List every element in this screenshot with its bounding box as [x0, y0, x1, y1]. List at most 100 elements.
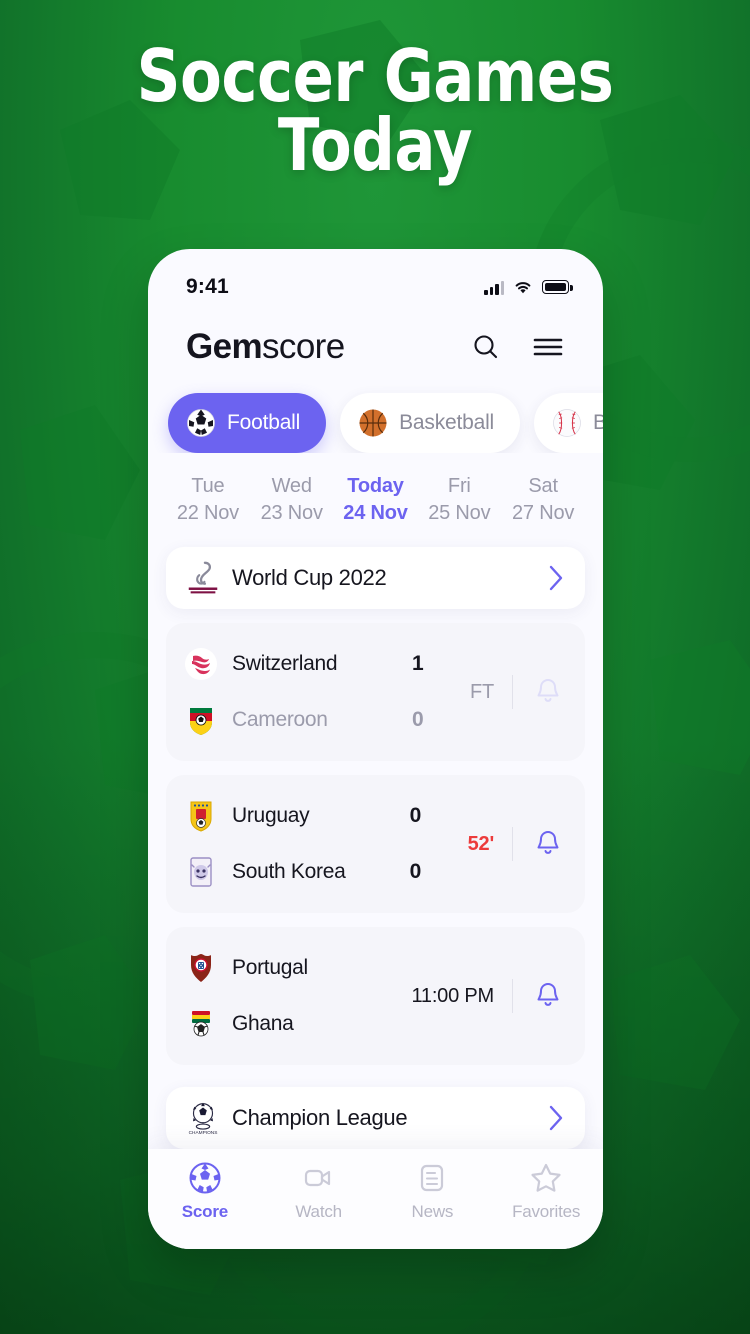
cellular-signal-icon — [484, 280, 504, 295]
team-name: Portugal — [232, 956, 308, 979]
status-divider — [512, 979, 513, 1013]
team-name: Ghana — [232, 1012, 294, 1035]
news-document-icon — [421, 1164, 444, 1192]
brand-bold-part: Gem — [186, 327, 263, 366]
team-name: Uruguay — [232, 804, 310, 827]
sport-tab-label: Basketball — [399, 411, 495, 434]
baseball-icon — [553, 409, 581, 437]
team-name: South Korea — [232, 860, 346, 883]
match-status-text: 11:00 PM — [411, 984, 494, 1007]
team-name: Switzerland — [232, 652, 338, 675]
date-item-today[interactable]: Today 24 Nov — [334, 475, 418, 525]
brand-light-part: score — [262, 327, 345, 366]
league-name: Champion League — [232, 1105, 408, 1130]
sport-tab-label: Football — [227, 411, 301, 434]
ghana-flag — [192, 1011, 210, 1037]
team-row-away: Cameroon 0 — [184, 697, 470, 743]
nav-item-score[interactable]: Score — [148, 1161, 262, 1222]
team-score: 0 — [411, 708, 424, 731]
date-item-sat[interactable]: Sat 27 Nov — [501, 475, 585, 525]
chevron-right-icon — [549, 565, 563, 591]
nav-item-news[interactable]: News — [376, 1161, 490, 1222]
date-number: 24 Nov — [343, 502, 408, 524]
match-status-text: 52' — [467, 832, 495, 855]
match-card[interactable]: Portugal Ghana 11:00 PM — [166, 927, 585, 1065]
nav-item-label: News — [411, 1202, 454, 1221]
bell-icon — [537, 679, 559, 702]
sport-tab-baseball[interactable]: Baseball — [534, 393, 603, 453]
date-item-wed[interactable]: Wed 23 Nov — [250, 475, 334, 525]
basketball-icon — [359, 409, 387, 437]
league-row-champion-league[interactable]: CHAMPIONS Champion League — [166, 1087, 585, 1149]
team-score: 1 — [411, 652, 424, 675]
video-camera-icon — [304, 1169, 330, 1187]
app-header: Gemscore — [148, 311, 603, 367]
nav-item-favorites[interactable]: Favorites — [489, 1161, 603, 1222]
date-dow: Fri — [447, 475, 471, 497]
poster-headline: Soccer Games Today — [23, 40, 728, 188]
menu-button[interactable] — [531, 330, 565, 364]
league-name: World Cup 2022 — [232, 565, 387, 590]
hamburger-menu-icon — [533, 338, 563, 356]
date-item-fri[interactable]: Fri 25 Nov — [417, 475, 501, 525]
soccer-ball-icon — [189, 1162, 221, 1194]
date-dow: Tue — [191, 475, 225, 497]
status-bar: 9:41 — [148, 249, 603, 311]
nav-item-label: Score — [181, 1202, 228, 1221]
bottom-navigation: Score Watch News Favorites — [148, 1149, 603, 1249]
match-card[interactable]: Switzerland 1 Cameroon 0 FT — [166, 623, 585, 761]
match-teams: Uruguay 0 South Korea 0 — [184, 793, 468, 895]
match-status: FT — [470, 675, 565, 709]
team-name: Cameroon — [232, 708, 328, 731]
date-dow: Wed — [271, 475, 312, 497]
team-score: 0 — [409, 804, 422, 827]
sport-tab-basketball[interactable]: Basketball — [340, 393, 521, 453]
date-number: 22 Nov — [176, 502, 239, 524]
nav-item-label: Favorites — [512, 1202, 581, 1221]
match-status-text: FT — [469, 680, 494, 703]
nav-item-label: Watch — [295, 1202, 342, 1221]
cameroon-flag — [190, 708, 212, 735]
team-row-away: South Korea 0 — [184, 849, 468, 895]
svg-text:CHAMPIONS: CHAMPIONS — [189, 1130, 218, 1136]
date-strip: Tue 22 Nov Wed 23 Nov Today 24 Nov Fri 2… — [148, 453, 603, 525]
match-reminder-button[interactable] — [531, 827, 565, 861]
sport-tabs: Football Basketball B — [148, 367, 603, 453]
team-row-home: Uruguay 0 — [184, 793, 468, 839]
date-dow: Today — [347, 475, 404, 497]
uruguay-flag — [190, 801, 212, 832]
sport-tab-label: Baseball — [593, 411, 603, 434]
status-bar-icons — [484, 280, 573, 295]
headline-line-2: Today — [277, 103, 473, 188]
status-bar-time: 9:41 — [186, 275, 229, 298]
status-divider — [512, 675, 513, 709]
status-divider — [512, 827, 513, 861]
phone-mockup: 9:41 Gemscore Football Basketball B Tue … — [148, 249, 603, 1249]
team-row-home: Switzerland 1 — [184, 641, 470, 687]
switzerland-flag — [185, 648, 217, 680]
date-item-tue[interactable]: Tue 22 Nov — [166, 475, 250, 525]
sport-tab-football[interactable]: Football — [168, 393, 327, 453]
match-reminder-button[interactable] — [531, 979, 565, 1013]
date-number: 27 Nov — [512, 502, 575, 524]
match-status: 11:00 PM — [411, 979, 565, 1013]
league-row-world-cup[interactable]: World Cup 2022 — [166, 547, 585, 609]
date-number: 23 Nov — [260, 502, 323, 524]
star-icon — [531, 1163, 561, 1192]
nav-item-watch[interactable]: Watch — [262, 1161, 376, 1222]
south-korea-flag — [190, 857, 212, 887]
match-reminder-button[interactable] — [531, 675, 565, 709]
match-teams: Portugal Ghana — [184, 945, 411, 1047]
team-row-home: Portugal — [184, 945, 411, 991]
team-score: 0 — [409, 860, 422, 883]
search-button[interactable] — [469, 330, 503, 364]
match-card[interactable]: Uruguay 0 South Korea 0 52' — [166, 775, 585, 913]
header-actions — [469, 330, 565, 364]
uefa-champions-league-logo: CHAMPIONS — [189, 1102, 218, 1136]
portugal-flag — [191, 954, 211, 982]
team-row-away: Ghana — [184, 1001, 411, 1047]
date-number: 25 Nov — [428, 502, 491, 524]
match-status: 52' — [468, 827, 565, 861]
bell-icon — [537, 831, 559, 854]
soccer-ball-icon — [187, 409, 215, 437]
